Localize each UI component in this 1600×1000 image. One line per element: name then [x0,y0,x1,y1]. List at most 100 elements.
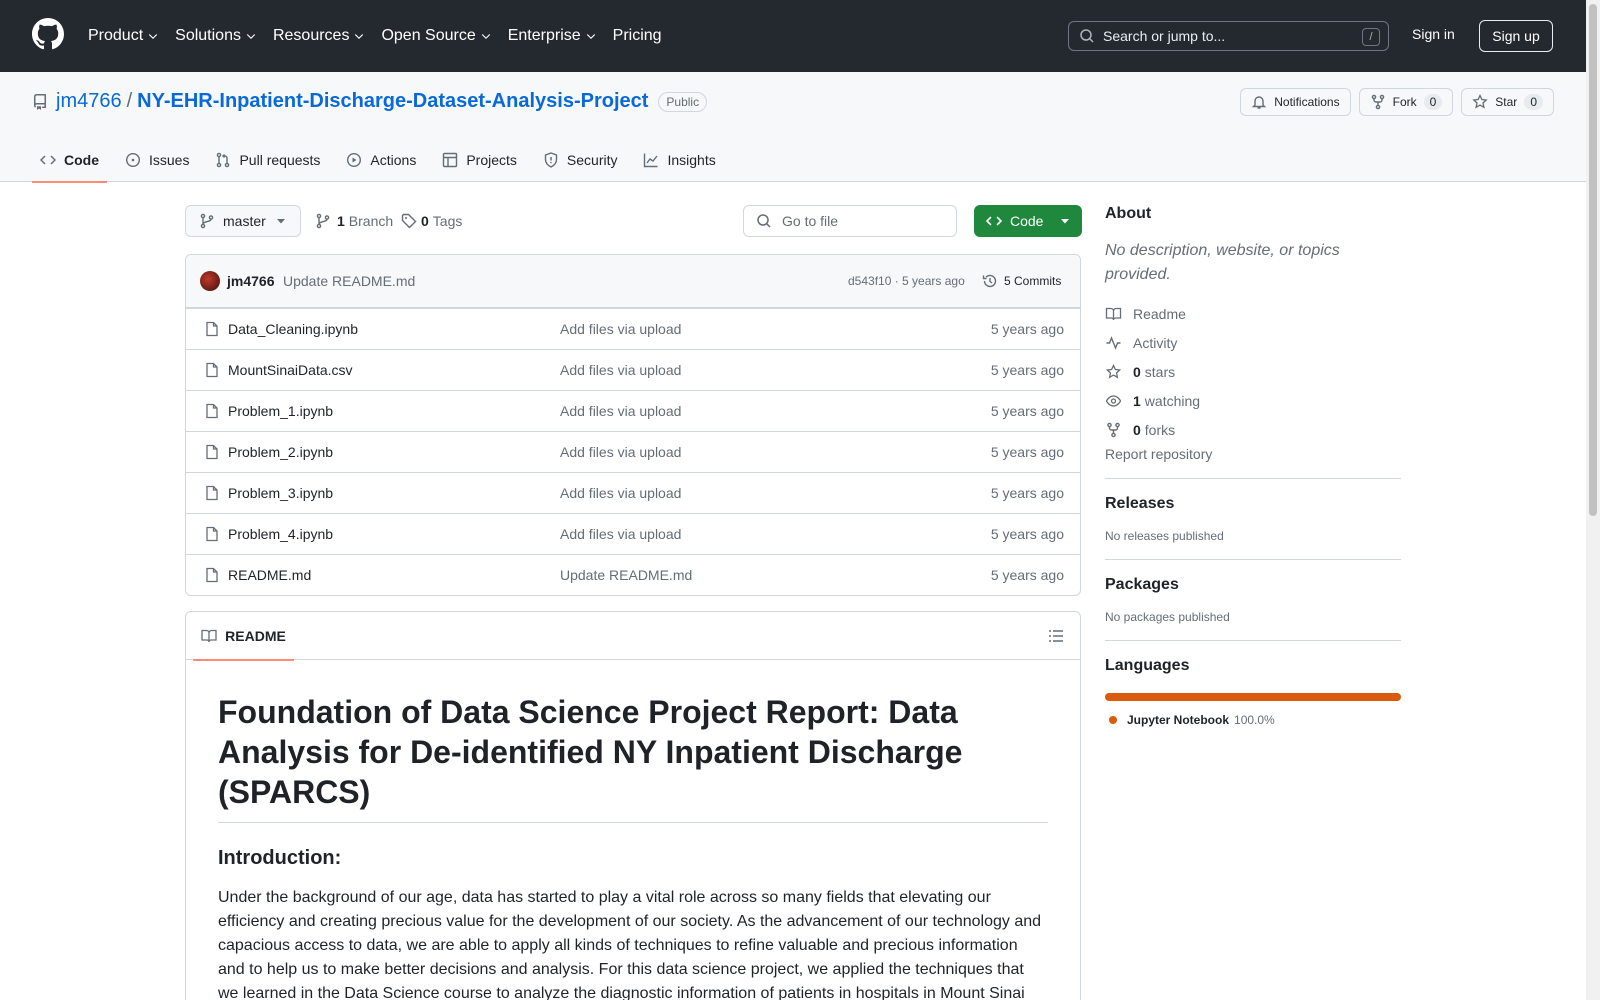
repo-title: jm4766 / NY-EHR-Inpatient-Discharge-Data… [32,90,708,113]
about-title: About [1105,205,1152,222]
file-name-link[interactable]: Problem_2.ipynb [228,444,333,460]
fork-button[interactable]: Fork 0 [1358,88,1454,116]
releases-title[interactable]: Releases [1105,495,1401,513]
file-name-link[interactable]: Data_Cleaning.ipynb [228,321,358,337]
triangle-down-icon [277,219,285,224]
divider [1105,559,1401,560]
readme-tab[interactable]: README [193,612,294,661]
file-name-link[interactable]: Problem_3.ipynb [228,485,333,501]
file-commit-date: 5 years ago [990,362,1064,378]
tab-projects[interactable]: Projects [434,138,525,182]
activity-link[interactable]: Activity [1105,328,1401,357]
nav-solutions[interactable]: Solutions [175,27,257,45]
chevron-down-icon [246,34,256,40]
forks-link[interactable]: 0 forks [1105,415,1401,444]
tag-label: Tags [432,213,463,229]
file-commit-message[interactable]: Update README.md [560,567,692,583]
nav-enterprise[interactable]: Enterprise [508,27,597,45]
github-logo-icon[interactable] [32,18,64,50]
git-branch-icon [200,213,214,229]
nav-label: Product [88,27,144,44]
branch-count: 1 [337,213,345,229]
file-commit-message[interactable]: Add files via upload [560,362,681,378]
nav-open-source[interactable]: Open Source [381,27,491,45]
commit-message-link[interactable]: Update README.md [283,273,415,289]
tab-code[interactable]: Code [32,138,107,183]
commit-author-link[interactable]: jm4766 [227,273,274,289]
repo-name-link[interactable]: NY-EHR-Inpatient-Discharge-Dataset-Analy… [137,90,648,113]
tab-label: Code [64,152,99,168]
commits-history-link[interactable]: 5 Commits [982,273,1061,289]
tab-pull-requests[interactable]: Pull requests [207,138,328,182]
page-scrollbar[interactable] [1586,0,1600,1000]
branch-select-button[interactable]: master [185,205,301,237]
table-row[interactable]: Problem_4.ipynb Add files via upload 5 y… [186,513,1080,554]
star-icon [1105,363,1122,379]
stars-label: stars [1144,363,1176,380]
table-row[interactable]: Problem_2.ipynb Add files via upload 5 y… [186,431,1080,472]
nav-resources[interactable]: Resources [273,27,365,45]
file-commit-message[interactable]: Add files via upload [560,526,681,542]
file-name-link[interactable]: README.md [228,567,311,583]
file-name-link[interactable]: Problem_1.ipynb [228,403,333,419]
readme-link-label: Readme [1133,305,1186,322]
watching-label: watching [1144,392,1201,409]
book-icon [1105,307,1122,320]
star-button[interactable]: Star 0 [1461,88,1554,116]
file-name-link[interactable]: Problem_4.ipynb [228,526,333,542]
table-row[interactable]: Data_Cleaning.ipynb Add files via upload… [186,308,1080,349]
tab-issues[interactable]: Issues [117,138,197,182]
file-commit-message[interactable]: Add files via upload [560,444,681,460]
file-commit-message[interactable]: Add files via upload [560,321,681,337]
file-commit-message[interactable]: Add files via upload [560,485,681,501]
avatar[interactable] [200,271,220,291]
nav-pricing[interactable]: Pricing [613,27,662,45]
packages-title[interactable]: Packages [1105,576,1401,594]
file-commit-date: 5 years ago [990,444,1064,460]
go-to-file-placeholder: Go to file [782,213,839,229]
code-dropdown-button[interactable]: Code [974,205,1082,237]
tab-label: Pull requests [239,152,321,168]
code-icon [986,216,1002,226]
table-row[interactable]: MountSinaiData.csv Add files via upload … [186,349,1080,390]
nav-product[interactable]: Product [88,27,159,45]
table-icon [443,152,458,168]
commit-hash-time[interactable]: d543f10 · 5 years ago [848,274,965,288]
scrollbar-thumb[interactable] [1589,4,1597,516]
file-name-link[interactable]: MountSinaiData.csv [228,362,353,378]
language-percent: 100.0% [1234,713,1275,727]
table-row[interactable]: README.md Update README.md 5 years ago [186,554,1080,595]
file-icon [206,403,218,419]
language-color-dot [1109,716,1117,724]
git-branch-icon [316,213,330,229]
file-icon [206,567,218,583]
tags-link[interactable]: 0 Tags [401,213,462,229]
list-unordered-icon[interactable] [1048,628,1064,644]
repo-owner-link[interactable]: jm4766 [56,90,122,113]
chevron-down-icon [586,34,595,40]
file-commit-message[interactable]: Add files via upload [560,403,681,419]
watching-link[interactable]: 1 watching [1105,386,1401,415]
global-search-input[interactable]: Search or jump to... / [1068,21,1389,51]
go-to-file-input[interactable]: Go to file [743,205,957,237]
stars-link[interactable]: 0 stars [1105,357,1401,386]
fork-count: 0 [1423,94,1443,110]
repo-separator: / [126,90,133,112]
report-repository-link[interactable]: Report repository [1105,446,1401,462]
table-row[interactable]: Problem_3.ipynb Add files via upload 5 y… [186,472,1080,513]
readme-link[interactable]: Readme [1105,299,1401,328]
tab-security[interactable]: Security [535,138,626,182]
notifications-button[interactable]: Notifications [1240,88,1351,116]
tab-insights[interactable]: Insights [635,138,723,182]
tab-label: Security [566,152,618,168]
sign-in-link[interactable]: Sign in [1412,26,1455,42]
fork-icon [1107,422,1120,437]
language-item[interactable]: Jupyter Notebook 100.0% [1105,713,1401,727]
tab-actions[interactable]: Actions [338,138,424,182]
branches-link[interactable]: 1 Branch [315,213,393,229]
table-row[interactable]: Problem_1.ipynb Add files via upload 5 y… [186,390,1080,431]
nav-label: Enterprise [507,27,581,44]
tag-count: 0 [421,213,429,229]
file-commit-date: 5 years ago [990,321,1064,337]
sign-up-button[interactable]: Sign up [1479,20,1553,52]
